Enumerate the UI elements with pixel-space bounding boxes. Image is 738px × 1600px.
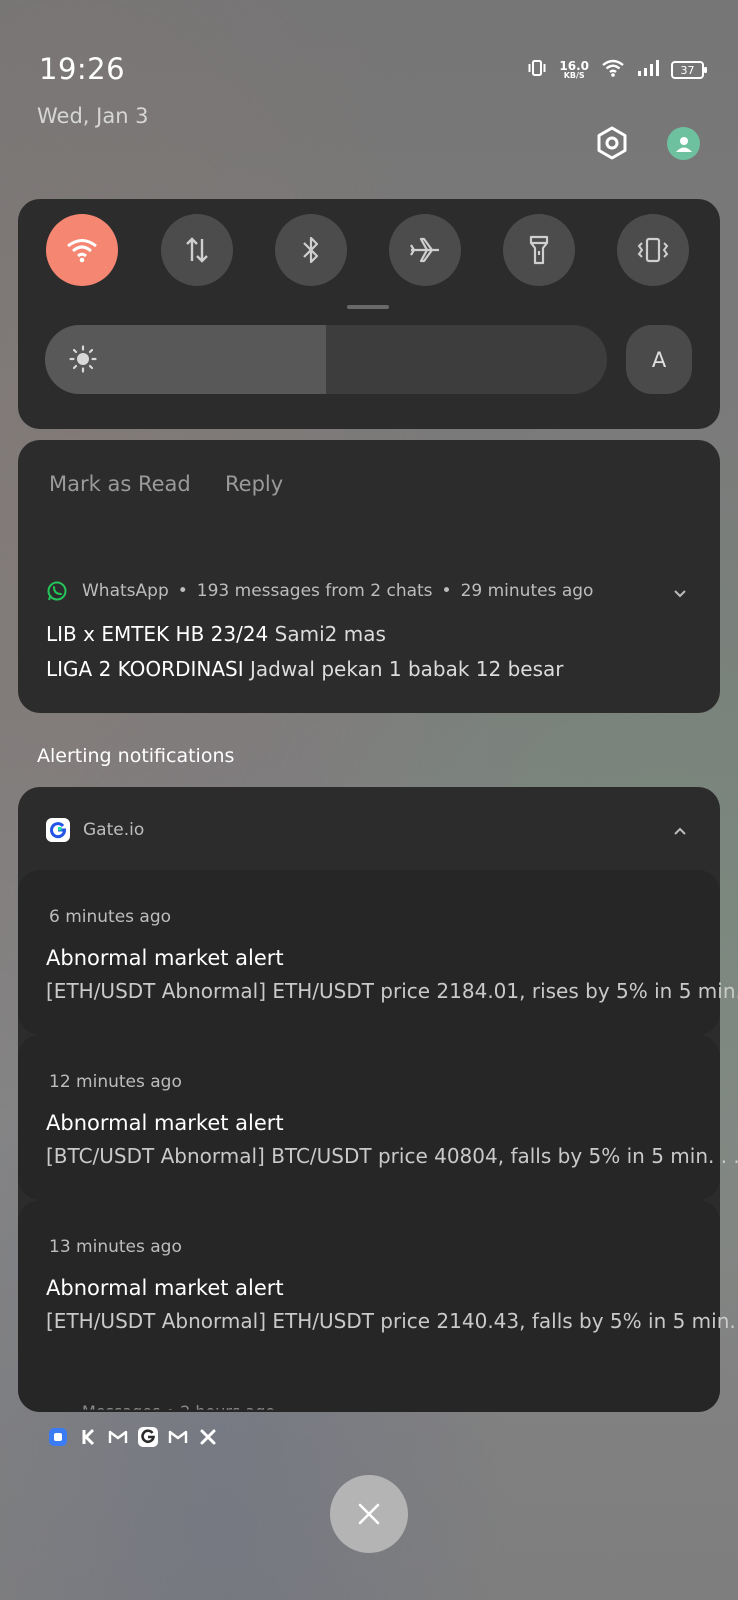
kucoin-icon (78, 1427, 98, 1447)
gate-app-icon (46, 818, 70, 842)
bluetooth-toggle[interactable] (275, 214, 347, 286)
alert-time: 6 minutes ago (49, 907, 172, 927)
chevron-up-icon[interactable] (670, 822, 690, 842)
sun-icon (69, 345, 97, 373)
data-arrows-icon (186, 237, 208, 263)
message-summary: 193 messages from 2 chats (196, 581, 433, 601)
wifi-icon (67, 239, 97, 263)
gmail-icon (168, 1427, 188, 1447)
gmail-icon (108, 1427, 128, 1447)
alert-time: 12 minutes ago (49, 1072, 182, 1092)
status-icons: 16.0 KB/S 37 (527, 58, 707, 82)
brightness-slider[interactable] (45, 325, 607, 394)
alert-time: 13 minutes ago (49, 1237, 182, 1257)
flashlight-toggle[interactable] (503, 214, 575, 286)
mobile-data-toggle[interactable] (161, 214, 233, 286)
panel-drag-handle[interactable] (347, 305, 389, 309)
airplane-icon (410, 237, 439, 263)
signal-icon (637, 59, 659, 81)
alert-title: Abnormal market alert (46, 946, 284, 970)
bluetooth-icon (303, 236, 319, 264)
mark-as-read-button[interactable]: Mark as Read (49, 472, 191, 496)
quick-settings-panel (18, 199, 720, 429)
gate-app-name: Gate.io (83, 820, 145, 840)
alert-title: Abnormal market alert (46, 1276, 284, 1300)
app-name: WhatsApp (82, 581, 169, 601)
whatsapp-icon (47, 581, 67, 601)
whatsapp-header: WhatsApp • 193 messages from 2 chats • 2… (46, 580, 593, 602)
time-ago: 29 minutes ago (460, 581, 594, 601)
wifi-status-icon (601, 58, 625, 82)
chevron-down-icon[interactable] (670, 583, 690, 603)
network-speed: 16.0 KB/S (559, 59, 589, 80)
gate-icon (138, 1427, 158, 1447)
alert-title: Abnormal market alert (46, 1111, 284, 1135)
clock: 19:26 (39, 52, 126, 86)
vibrate-status-icon (527, 58, 547, 82)
clear-all-button[interactable] (330, 1475, 408, 1553)
reply-button[interactable]: Reply (225, 472, 283, 496)
gate-alert-card[interactable] (18, 1200, 720, 1412)
flashlight-icon (529, 235, 549, 265)
alert-body: [BTC/USDT Abnormal] BTC/USDT price 40804… (46, 1144, 738, 1168)
message-line: LIGA 2 KOORDINASI Jadwal pekan 1 babak 1… (46, 657, 564, 681)
close-icon (358, 1503, 380, 1525)
wifi-toggle[interactable] (46, 214, 118, 286)
vibrate-icon (637, 237, 669, 263)
settings-icon[interactable] (594, 125, 630, 161)
app-square-icon (48, 1427, 68, 1447)
user-avatar-icon[interactable] (667, 127, 700, 160)
notification-icon-tray (48, 1427, 218, 1447)
vibrate-toggle[interactable] (617, 214, 689, 286)
x-logo-icon (198, 1427, 218, 1447)
auto-brightness-button[interactable]: A (626, 325, 692, 394)
battery-icon: 37 (671, 61, 707, 79)
airplane-mode-toggle[interactable] (389, 214, 461, 286)
section-title: Alerting notifications (37, 745, 235, 767)
date: Wed, Jan 3 (37, 104, 149, 128)
alert-body: [ETH/USDT Abnormal] ETH/USDT price 2140.… (46, 1309, 738, 1333)
message-line: LIB x EMTEK HB 23/24 Sami2 mas (46, 622, 386, 646)
alert-body: [ETH/USDT Abnormal] ETH/USDT price 2184.… (46, 979, 738, 1003)
